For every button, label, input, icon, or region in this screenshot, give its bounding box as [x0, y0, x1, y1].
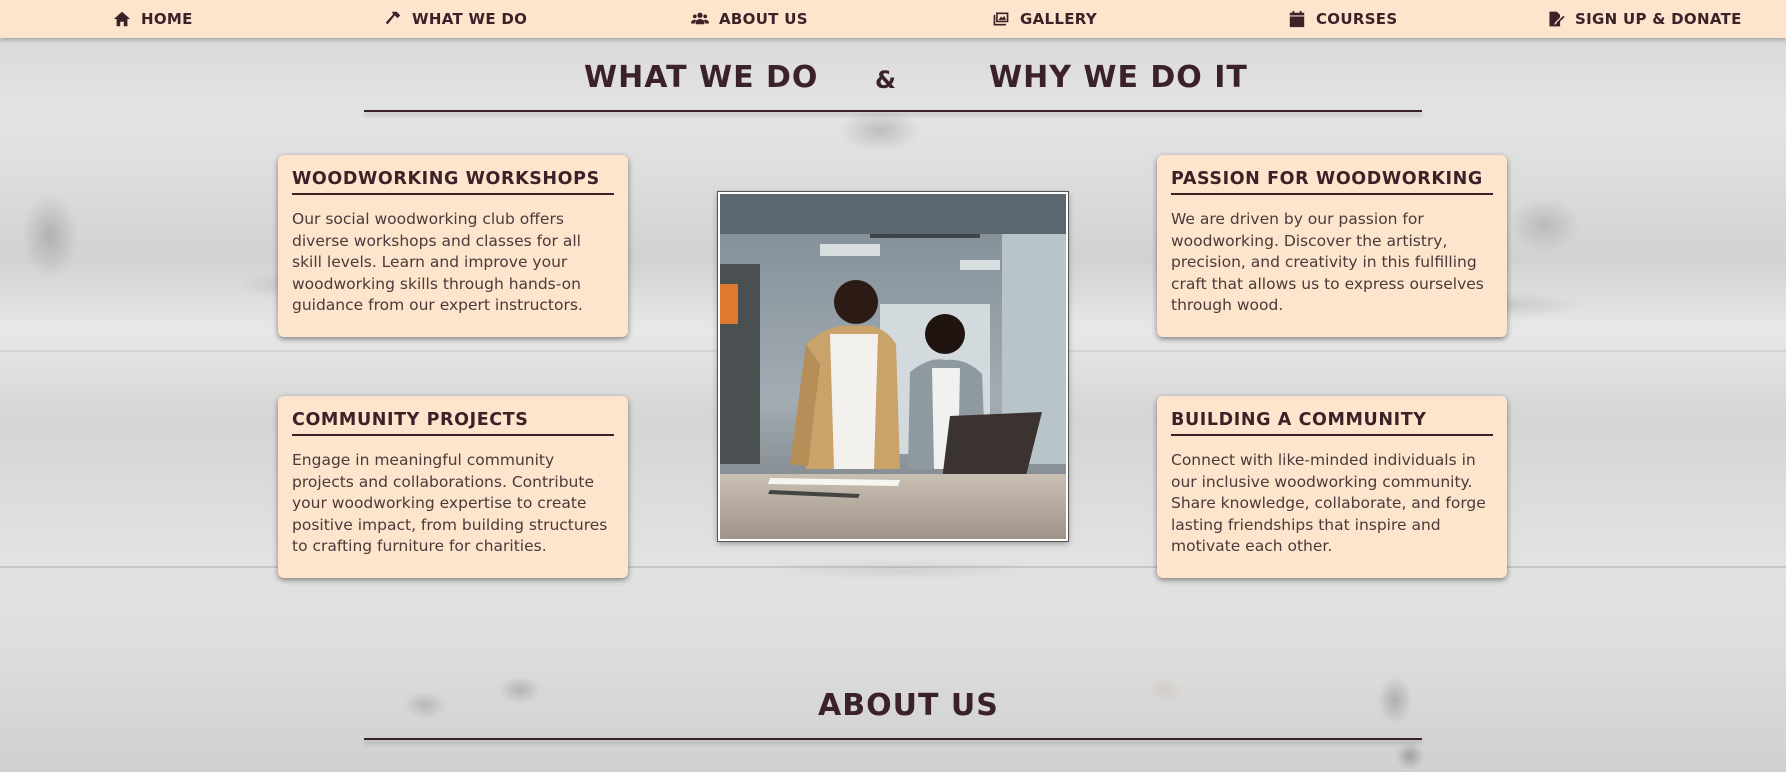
card-text: Connect with like-minded individuals in …: [1171, 451, 1486, 555]
card-text: Engage in meaningful community projects …: [292, 451, 608, 555]
card-text: We are driven by our passion for woodwor…: [1171, 210, 1484, 314]
nav-item-home[interactable]: HOME: [113, 0, 193, 38]
card-passion-for-woodworking: PASSION FOR WOODWORKING We are driven by…: [1157, 155, 1507, 337]
background-seam: [0, 566, 1786, 568]
card-community-projects: COMMUNITY PROJECTS Engage in meaningful …: [278, 396, 628, 578]
card-title: PASSION FOR WOODWORKING: [1171, 169, 1493, 195]
users-icon: [691, 12, 709, 25]
about-us-divider: [364, 738, 1422, 740]
nav-label: COURSES: [1316, 10, 1398, 28]
nav-item-what-we-do[interactable]: WHAT WE DO: [384, 0, 527, 38]
signature-icon: [1549, 11, 1565, 27]
about-us-heading: ABOUT US: [818, 688, 999, 723]
what-we-do-heading: WHAT WE DO: [584, 60, 819, 95]
card-text: Our social woodworking club offers diver…: [292, 210, 583, 314]
card-title: WOODWORKING WORKSHOPS: [292, 169, 614, 195]
nav-item-about-us[interactable]: ABOUT US: [691, 0, 808, 38]
nav-item-courses[interactable]: COURSES: [1288, 0, 1397, 38]
card-building-a-community: BUILDING A COMMUNITY Connect with like-m…: [1157, 396, 1507, 578]
heading-ampersand: &: [875, 66, 897, 94]
workshop-photo-illustration: [720, 194, 1066, 539]
hammer-icon: [385, 11, 401, 25]
nav-label: GALLERY: [1020, 10, 1097, 28]
images-icon: [993, 12, 1009, 26]
card-title: BUILDING A COMMUNITY: [1171, 410, 1493, 436]
house-icon: [113, 11, 131, 27]
nav-label: WHAT WE DO: [412, 10, 528, 28]
workshop-photo: [717, 191, 1069, 542]
nav-label: ABOUT US: [719, 10, 808, 28]
why-we-do-it-heading: WHY WE DO IT: [989, 60, 1248, 95]
top-navigation-bar: HOME WHAT WE DO ABOUT US GALLERY COURSES…: [0, 0, 1786, 38]
heading-divider: [364, 110, 1422, 112]
calendar-icon: [1289, 10, 1305, 28]
nav-item-gallery[interactable]: GALLERY: [992, 0, 1097, 38]
nav-label: HOME: [141, 10, 193, 28]
nav-item-sign-up-donate[interactable]: SIGN UP & DONATE: [1547, 0, 1742, 38]
card-woodworking-workshops: WOODWORKING WORKSHOPS Our social woodwor…: [278, 155, 628, 337]
nav-label: SIGN UP & DONATE: [1575, 10, 1742, 28]
card-title: COMMUNITY PROJECTS: [292, 410, 614, 436]
